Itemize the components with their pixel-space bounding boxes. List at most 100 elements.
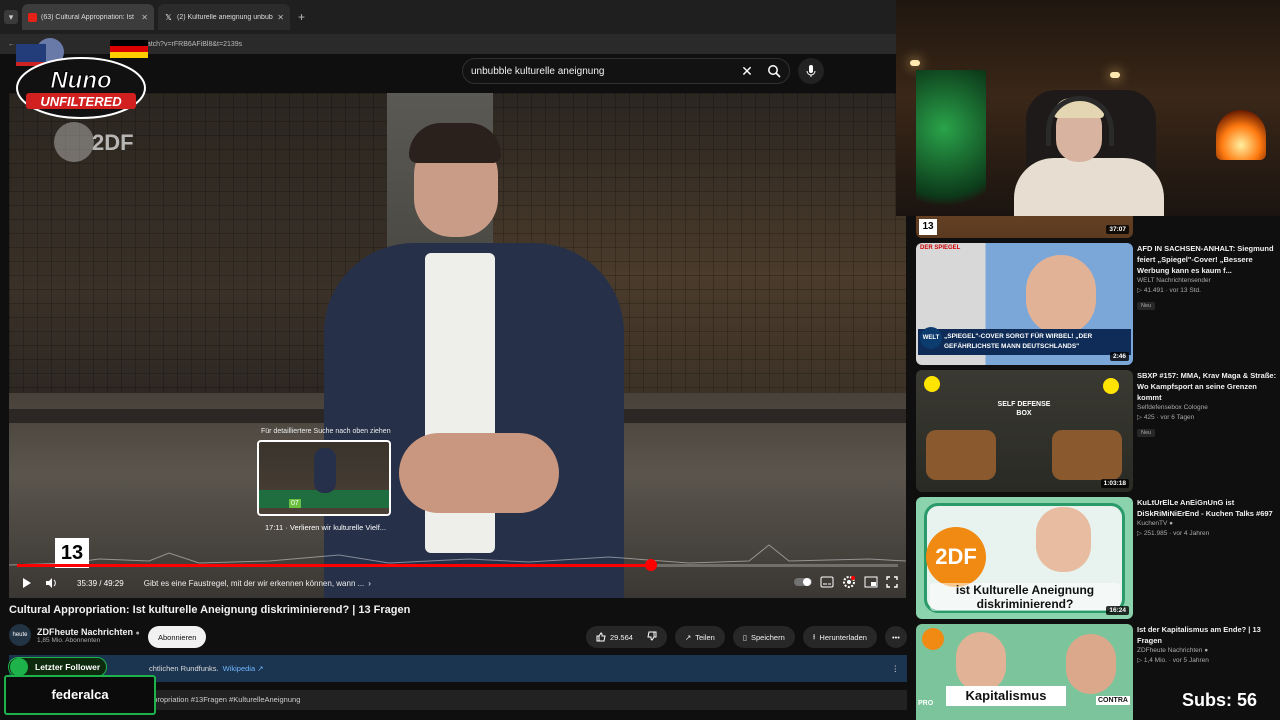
voice-search-button[interactable] [798, 58, 824, 84]
thumbnail-caption: SELF DEFENSE BOX [997, 401, 1051, 417]
streamer-webcam [896, 0, 1280, 216]
brand-line2: UNFILTERED [40, 94, 122, 109]
thumbs-up-icon [596, 632, 606, 642]
browser-tab-bar: ▾ (63) Cultural Appropriation: Ist ✕ 𝕏 (… [0, 0, 896, 34]
player-right-controls [794, 571, 898, 595]
preview-chapter-label: 17:11 · Verlieren wir kulturelle Vielf..… [265, 523, 387, 532]
like-button[interactable]: 29.564 [586, 626, 667, 648]
chapter-title-button[interactable]: Gibt es eine Faustregel, mit der wir erk… [144, 579, 365, 588]
download-button[interactable]: ⭳ Herunterladen [802, 626, 877, 648]
recommendation-title[interactable]: SBXP #157: MMA, Krav Maga & Straße: Wo K… [1137, 370, 1277, 403]
autoplay-icon [794, 578, 812, 586]
thumbnail-person [1026, 255, 1096, 335]
subscriber-count: 1,85 Mio. Abonnenten [37, 636, 101, 644]
tab-title: (63) Cultural Appropriation: Ist [41, 13, 134, 21]
volume-icon [46, 578, 56, 588]
recommendation-thumbnail[interactable]: Kapitalismus PRO CONTRA [916, 624, 1133, 720]
play-button[interactable] [15, 577, 39, 589]
views-icon: ▷ [1137, 530, 1142, 537]
new-badge: Neu [1137, 429, 1156, 437]
info-panel-menu-icon[interactable]: ⋮ [892, 664, 900, 673]
share-icon: ↗ [684, 632, 692, 642]
browser-tab-x[interactable]: 𝕏 (2) Kulturelle aneignung unbub ✕ [158, 4, 290, 30]
recommendation-meta: KuLtUrElLe AnEiGnUnG ist DiSkRiMiNiErEnd… [1137, 497, 1277, 537]
recommendation-item[interactable]: 13 37:07 [916, 216, 1280, 238]
video-player[interactable]: 2DF Für detailliertere Suche nach oben z… [9, 93, 906, 598]
recommendations-sidebar: 13 37:07 DER SPIEGEL „SPIEGEL"-COVER SOR… [908, 216, 1280, 720]
recommendation-item[interactable]: 2DF ist Kulturelle Aneignung diskriminie… [916, 497, 1280, 619]
recommendation-channel[interactable]: KuchenTV ● [1137, 520, 1277, 527]
recommendation-thumbnail[interactable]: 13 37:07 [916, 216, 1133, 238]
thumbnail-armchair [1052, 430, 1122, 480]
more-actions-button[interactable]: ••• [884, 626, 907, 648]
recommendation-stats: ▷ 425 · vor 6 Tagen [1137, 414, 1195, 421]
thumbnail-person [956, 632, 1006, 692]
channel-avatar[interactable]: heute [9, 624, 31, 646]
gear-icon [843, 576, 855, 588]
views-icon: ▷ [1137, 287, 1142, 294]
views-icon: ▷ [1137, 414, 1142, 421]
dislike-button[interactable] [647, 631, 657, 643]
browser-tab-youtube[interactable]: (63) Cultural Appropriation: Ist ✕ [22, 4, 154, 30]
thumbnail-armchair [926, 430, 996, 480]
channel-name[interactable]: ZDFheute Nachrichten ● [37, 627, 140, 637]
brand-line1: Nuno [50, 67, 111, 94]
thumbnail-dot-left [924, 376, 940, 392]
new-tab-button[interactable]: + [294, 10, 305, 24]
streamer-shirt [1014, 158, 1164, 216]
recommendation-channel[interactable]: WELT Nachrichtensender [1137, 277, 1277, 284]
presenter-hands [399, 433, 559, 513]
search-query: unbubble kulturelle aneignung [471, 65, 605, 77]
verified-icon: ● [1204, 647, 1209, 654]
recommendation-thumbnail[interactable]: DER SPIEGEL „SPIEGEL"-COVER SORGT FÜR WI… [916, 243, 1133, 365]
preview-presenter [314, 448, 336, 493]
zdf-watermark-icon: 2DF [54, 122, 134, 162]
share-label: Teilen [695, 632, 715, 642]
welt-logo: WELT [920, 327, 942, 349]
duration-badge: 1:03:18 [1100, 479, 1129, 488]
tab-list-button[interactable]: ▾ [4, 10, 18, 24]
autoplay-toggle[interactable] [794, 577, 812, 589]
search-button[interactable] [759, 59, 789, 83]
download-icon: ⭳ [812, 631, 816, 641]
last-follower-widget: Letzter Follower federalca [4, 655, 156, 715]
play-icon [23, 578, 31, 588]
subtitles-button[interactable] [820, 576, 834, 590]
x-favicon-icon: 𝕏 [165, 12, 172, 22]
chapter-badge: 13 [919, 219, 937, 235]
recommendation-title[interactable]: Ist der Kapitalismus am Ende? | 13 Frage… [1137, 624, 1277, 646]
duration-badge: 37:07 [1106, 225, 1129, 234]
tab-close-icon[interactable]: ✕ [277, 13, 284, 22]
search-input[interactable]: unbubble kulturelle aneignung ✕ [462, 58, 790, 84]
recommendation-item[interactable]: SELF DEFENSE BOX 1:03:18 SBXP #157: MMA,… [916, 370, 1280, 492]
search-icon [768, 65, 781, 78]
verified-icon: ● [1169, 520, 1174, 527]
tab-close-icon[interactable]: ✕ [141, 13, 148, 22]
recommendation-title[interactable]: KuLtUrElLe AnEiGnUnG ist DiSkRiMiNiErEnd… [1137, 497, 1277, 519]
recommendation-meta: Ist der Kapitalismus am Ende? | 13 Frage… [1137, 624, 1277, 664]
ceiling-lamp [1110, 72, 1120, 78]
recommendation-channel[interactable]: Selfdefensebox Cologne [1137, 404, 1277, 411]
share-button[interactable]: ↗ Teilen [674, 626, 725, 648]
like-count: 29.564 [610, 632, 633, 642]
recommendation-title[interactable]: AFD IN SACHSEN-ANHALT: Siegmund feiert „… [1137, 243, 1277, 276]
new-badge: Neu [1137, 302, 1156, 310]
subscribe-button[interactable]: Abonnieren [148, 626, 207, 648]
views-icon: ▷ [1137, 657, 1142, 664]
recommendation-channel[interactable]: ZDFheute Nachrichten ● [1137, 647, 1277, 654]
player-controls: 35:39 / 49:29 Gibt es eine Faustregel, m… [9, 571, 906, 595]
video-title: Cultural Appropriation: Ist kulturelle A… [9, 604, 411, 616]
download-label: Herunterladen [819, 632, 867, 642]
mute-button[interactable] [39, 577, 63, 589]
save-button[interactable]: ▯ Speichern [732, 626, 795, 648]
wikipedia-link[interactable]: Wikipedia ↗ [223, 664, 264, 673]
miniplayer-button[interactable] [864, 576, 878, 590]
settings-button[interactable] [842, 575, 856, 591]
chevron-right-icon: › [368, 578, 371, 588]
recommendation-meta: AFD IN SACHSEN-ANHALT: Siegmund feiert „… [1137, 243, 1277, 312]
recommendation-item[interactable]: DER SPIEGEL „SPIEGEL"-COVER SORGT FÜR WI… [916, 243, 1280, 365]
recommendation-thumbnail[interactable]: SELF DEFENSE BOX 1:03:18 [916, 370, 1133, 492]
fullscreen-button[interactable] [886, 576, 898, 590]
recommendation-thumbnail[interactable]: 2DF ist Kulturelle Aneignung diskriminie… [916, 497, 1133, 619]
clear-search-icon[interactable]: ✕ [735, 63, 759, 80]
